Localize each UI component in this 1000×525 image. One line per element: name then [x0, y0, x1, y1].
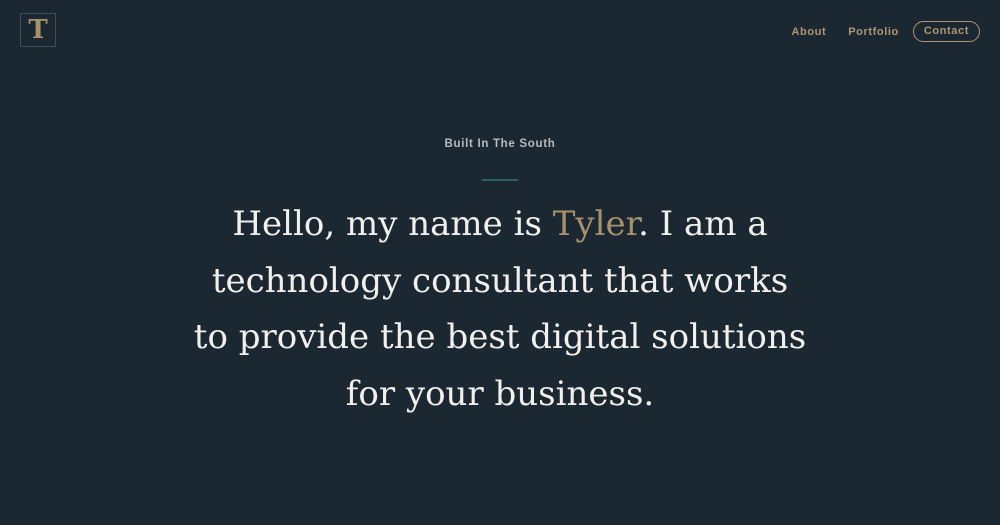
- nav-about-link[interactable]: About: [791, 26, 826, 38]
- logo-letter: T: [28, 15, 48, 45]
- nav-portfolio-link[interactable]: Portfolio: [848, 26, 899, 38]
- hero-eyebrow: Built In The South: [444, 138, 556, 150]
- hero-divider: [482, 179, 518, 181]
- main-nav: About Portfolio Contact: [769, 21, 980, 42]
- headline-intro: Hello, my name is: [232, 204, 553, 244]
- logo[interactable]: T: [20, 13, 56, 47]
- nav-contact-button[interactable]: Contact: [912, 21, 980, 42]
- hero-headline: Hello, my name is Tyler. I am a technolo…: [190, 196, 810, 422]
- headline-name: Tyler: [552, 204, 639, 244]
